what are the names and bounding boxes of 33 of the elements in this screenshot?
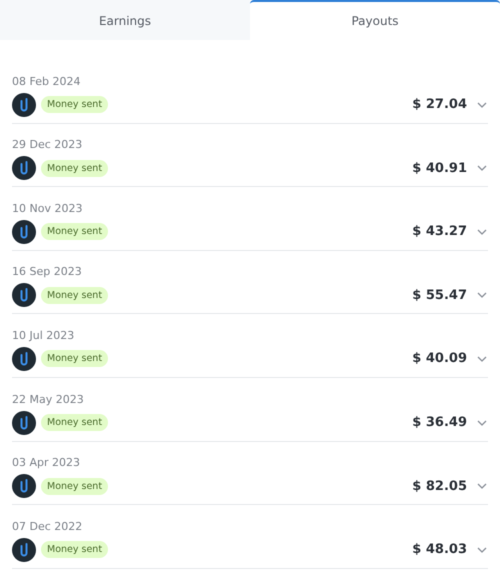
payout-date: 07 Dec 2022	[12, 520, 82, 533]
payout-amount: $ 55.47	[412, 288, 467, 303]
status-badge: Money sent	[41, 286, 108, 304]
logo-icon	[12, 474, 36, 498]
payout-amount: $ 48.03	[412, 542, 467, 558]
status-badge: Money sent	[41, 96, 108, 114]
logo-icon	[12, 410, 36, 435]
logo-icon	[12, 220, 36, 244]
payout-date: 10 Jul 2023	[12, 328, 74, 342]
payout-date: 16 Sep 2023	[12, 265, 82, 278]
logo-icon	[12, 156, 36, 180]
payout-amount: $ 82.05	[412, 478, 467, 494]
payout-date: 29 Dec 2023	[12, 138, 82, 152]
status-badge: Money sent	[41, 350, 108, 368]
status-badge: Money sent	[41, 414, 108, 432]
payout-date: 22 May 2023	[12, 392, 84, 406]
status-badge: Money sent	[41, 541, 108, 558]
status-badge: Money sent	[41, 223, 108, 240]
tab[interactable]: Earnings	[0, 0, 250, 40]
logo-icon	[12, 538, 36, 562]
payout-date: 03 Apr 2023	[12, 456, 80, 470]
payout-date: 08 Feb 2024	[12, 74, 80, 88]
status-badge: Money sent	[41, 160, 108, 177]
logo-icon	[12, 92, 36, 117]
payout-amount: $ 27.04	[412, 97, 467, 112]
payout-amount: $ 40.09	[412, 351, 467, 366]
logo-icon	[12, 346, 36, 371]
payout-date: 10 Nov 2023	[12, 202, 82, 215]
payout-amount: $ 43.27	[412, 224, 467, 240]
status-badge: Money sent	[41, 478, 108, 495]
payout-amount: $ 40.91	[412, 160, 467, 176]
payout-amount: $ 36.49	[412, 415, 467, 430]
logo-icon	[12, 283, 36, 308]
